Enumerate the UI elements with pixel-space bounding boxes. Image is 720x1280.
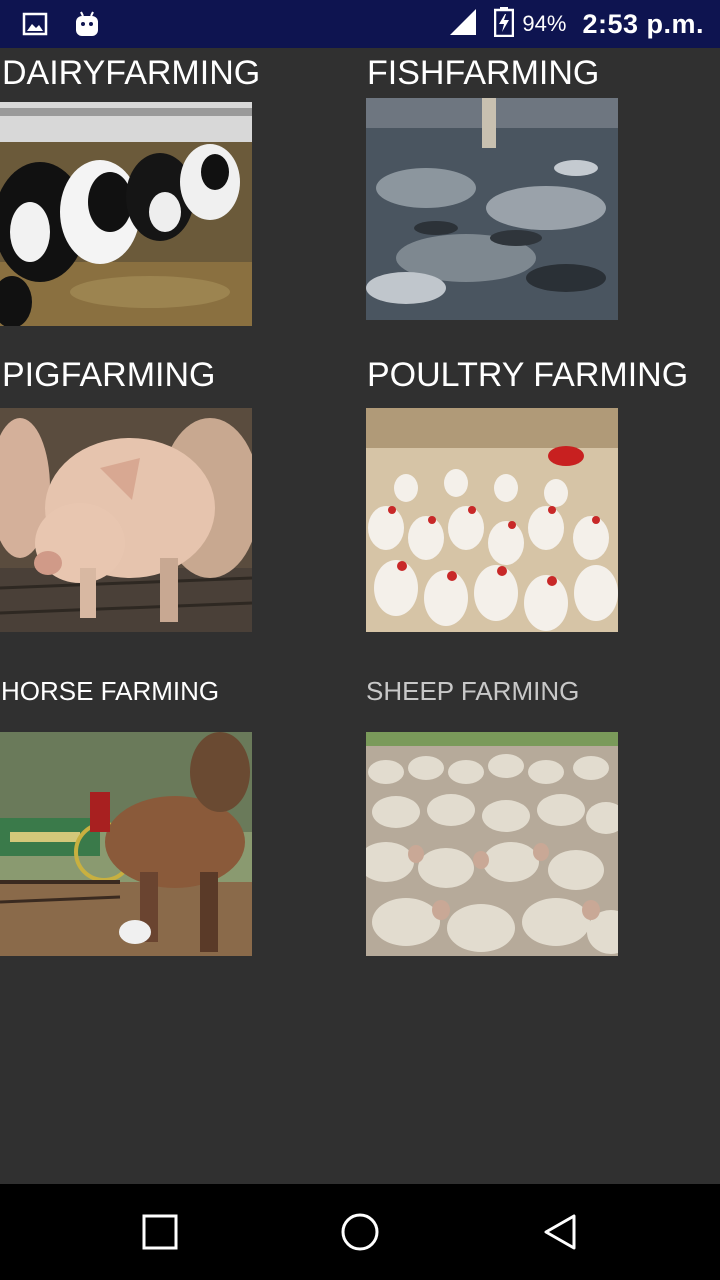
horse-photo[interactable] (0, 732, 252, 956)
battery-percent: 94% (522, 11, 567, 36)
dairy-cows-photo[interactable] (0, 102, 252, 326)
pig-photo[interactable] (0, 408, 252, 632)
chickens-photo[interactable] (366, 408, 618, 632)
navigation-bar (0, 1184, 720, 1280)
fish-pond-photo[interactable] (366, 98, 618, 320)
home-circle-icon[interactable] (336, 1208, 384, 1256)
farm-categories-grid: DAIRYFARMING FISHFARMING PIGFARMING POUL… (0, 48, 720, 1184)
recents-square-icon[interactable] (136, 1208, 184, 1256)
tile-label: POULTRY FARMING (367, 356, 689, 394)
battery-charging-icon (494, 6, 515, 42)
gallery-icon (22, 11, 48, 42)
signal-icon (448, 8, 478, 41)
tile-label: HORSE FARMING (1, 676, 220, 706)
android-icon (74, 10, 100, 43)
sheep-flock-photo[interactable] (366, 732, 618, 956)
tile-label: PIGFARMING (2, 356, 216, 394)
back-triangle-icon[interactable] (536, 1208, 584, 1256)
status-bar: 94% 2:53 p.m. (0, 0, 720, 48)
tile-label: SHEEP FARMING (366, 676, 580, 706)
tile-label: DAIRYFARMING (2, 54, 261, 92)
clock: 2:53 p.m. (582, 8, 704, 39)
tile-label: FISHFARMING (367, 54, 600, 92)
